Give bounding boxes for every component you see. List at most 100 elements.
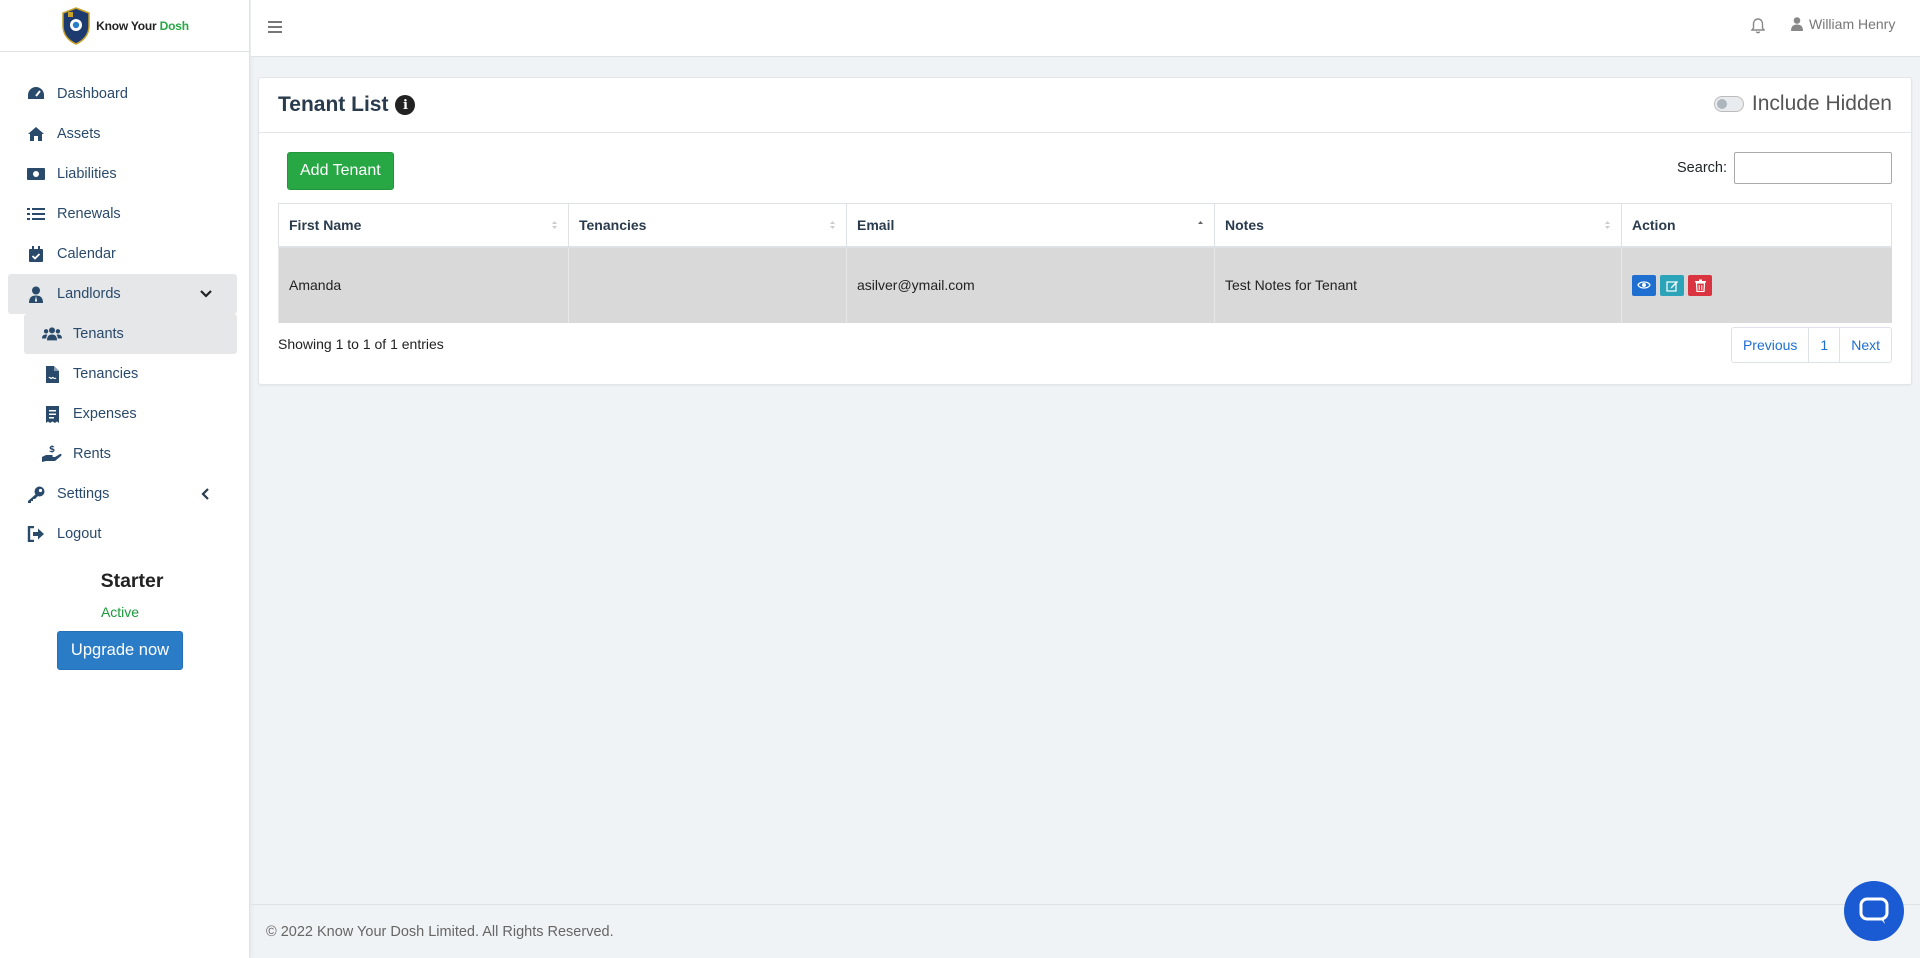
sidebar-item-tenancies[interactable]: Tenancies — [24, 354, 237, 394]
cell-email: asilver@ymail.com — [846, 246, 1215, 323]
tachometer-icon — [26, 85, 46, 103]
user-icon — [1791, 17, 1803, 31]
sidebar-item-renewals[interactable]: Renewals — [8, 194, 237, 234]
page-title-text: Tenant List — [278, 93, 389, 116]
sidebar-item-tenants[interactable]: Tenants — [24, 314, 237, 354]
chat-widget-button[interactable] — [1844, 881, 1904, 941]
card-header: Tenant List i Include Hidden — [259, 78, 1911, 133]
column-header-first-name[interactable]: First Name — [278, 203, 569, 248]
sidebar-item-label: Expenses — [73, 406, 137, 422]
tenant-list-card: Tenant List i Include Hidden Add Tenant … — [258, 77, 1912, 385]
user-menu[interactable]: William Henry — [1791, 16, 1895, 32]
include-hidden-toggle[interactable]: Include Hidden — [1713, 92, 1892, 116]
table-row: Amanda asilver@ymail.com Test Notes for … — [278, 246, 1892, 323]
sidebar-item-logout[interactable]: Logout — [8, 514, 237, 554]
sidebar-item-expenses[interactable]: Expenses — [24, 394, 237, 434]
upgrade-button[interactable]: Upgrade now — [56, 631, 184, 670]
column-header-email[interactable]: Email — [846, 203, 1215, 248]
shield-logo-icon — [62, 6, 90, 45]
sidebar-item-calendar[interactable]: Calendar — [8, 234, 237, 274]
chevron-down-icon — [200, 290, 212, 298]
sidebar-item-assets[interactable]: Assets — [8, 114, 237, 154]
eye-icon — [1637, 281, 1651, 289]
search-label: Search: — [1677, 160, 1727, 176]
column-header-label: First Name — [289, 216, 362, 233]
sidebar-item-label: Logout — [57, 526, 102, 542]
delete-button[interactable] — [1688, 274, 1712, 296]
sidebar-nav: Dashboard Assets Liabilities Renewals Ca… — [8, 74, 237, 554]
table-info: Showing 1 to 1 of 1 entries — [278, 336, 444, 352]
user-tie-icon — [26, 285, 46, 303]
sidebar-item-settings[interactable]: Settings — [8, 474, 237, 514]
sidebar-item-label: Tenants — [73, 326, 124, 342]
sidebar-item-dashboard[interactable]: Dashboard — [8, 74, 237, 114]
next-page-button[interactable]: Next — [1840, 328, 1891, 362]
landlords-subnav: Tenants Tenancies Expenses $ Rents — [8, 314, 237, 474]
topbar: William Henry — [251, 0, 1920, 57]
sidebar-item-label: Rents — [73, 446, 111, 462]
add-tenant-button[interactable]: Add Tenant — [287, 152, 394, 190]
view-button[interactable] — [1632, 274, 1656, 296]
cell-actions — [1621, 246, 1892, 323]
plan-panel: Starter Active Upgrade now — [0, 570, 250, 670]
cell-notes: Test Notes for Tenant — [1214, 246, 1622, 323]
sort-ascending-icon — [1198, 221, 1203, 229]
pagination: Previous 1 Next — [1730, 327, 1892, 363]
menu-toggle-icon[interactable] — [268, 21, 282, 34]
info-icon[interactable]: i — [395, 95, 416, 115]
chevron-left-icon — [201, 488, 209, 500]
file-contract-icon — [42, 365, 62, 383]
bell-icon[interactable] — [1751, 18, 1765, 34]
column-header-action: Action — [1621, 203, 1892, 248]
trash-icon — [1694, 279, 1706, 292]
page-title: Tenant List i — [278, 93, 416, 117]
sidebar: Know Your Dosh Dashboard Assets Liabilit… — [0, 0, 250, 958]
receipt-icon — [42, 405, 62, 423]
sort-icon — [552, 221, 557, 229]
edit-icon — [1665, 280, 1678, 292]
home-icon — [26, 125, 46, 143]
column-header-tenancies[interactable]: Tenancies — [568, 203, 847, 248]
sidebar-item-label: Tenancies — [73, 366, 139, 382]
tenant-table: First Name Tenancies Email Notes Action — [278, 203, 1892, 323]
previous-page-button[interactable]: Previous — [1732, 328, 1810, 362]
toggle-switch[interactable] — [1713, 96, 1744, 112]
column-header-label: Action — [1632, 216, 1676, 233]
page-1-button[interactable]: 1 — [1809, 328, 1841, 362]
sidebar-item-label: Calendar — [57, 246, 116, 262]
sidebar-item-label: Assets — [57, 126, 101, 142]
hand-dollar-icon: $ — [42, 445, 62, 463]
brand[interactable]: Know Your Dosh — [0, 0, 249, 52]
column-header-label: Email — [857, 216, 895, 233]
column-header-notes[interactable]: Notes — [1214, 203, 1622, 248]
sidebar-item-label: Settings — [57, 486, 110, 502]
sidebar-item-label: Liabilities — [57, 166, 117, 182]
sidebar-item-rents[interactable]: $ Rents — [24, 434, 237, 474]
sort-icon — [830, 221, 835, 229]
list-icon — [26, 205, 46, 223]
search-input[interactable] — [1734, 152, 1892, 184]
sign-out-icon — [26, 525, 46, 543]
sort-icon — [1605, 221, 1610, 229]
column-header-label: Notes — [1225, 216, 1264, 233]
include-hidden-label: Include Hidden — [1751, 92, 1892, 115]
brand-name: Know Your Dosh — [96, 18, 189, 33]
footer: © 2022 Know Your Dosh Limited. All Right… — [251, 904, 1920, 958]
calendar-check-icon — [26, 245, 46, 263]
plan-name: Starter — [100, 570, 164, 592]
edit-button[interactable] — [1660, 274, 1684, 296]
money-icon — [26, 165, 46, 183]
sidebar-item-label: Landlords — [57, 286, 121, 302]
user-name: William Henry — [1809, 16, 1896, 32]
footer-copyright: © 2022 Know Your Dosh Limited. All Right… — [266, 924, 614, 940]
cell-tenancies — [568, 246, 847, 323]
sidebar-item-liabilities[interactable]: Liabilities — [8, 154, 237, 194]
search-box: Search: — [1677, 152, 1892, 184]
users-icon — [42, 325, 62, 343]
plan-status: Active — [100, 604, 140, 620]
table-header-row: First Name Tenancies Email Notes Action — [278, 203, 1892, 248]
sidebar-item-landlords[interactable]: Landlords — [8, 274, 237, 314]
key-icon — [26, 485, 46, 503]
column-header-label: Tenancies — [579, 216, 647, 233]
cell-first-name: Amanda — [278, 246, 569, 323]
